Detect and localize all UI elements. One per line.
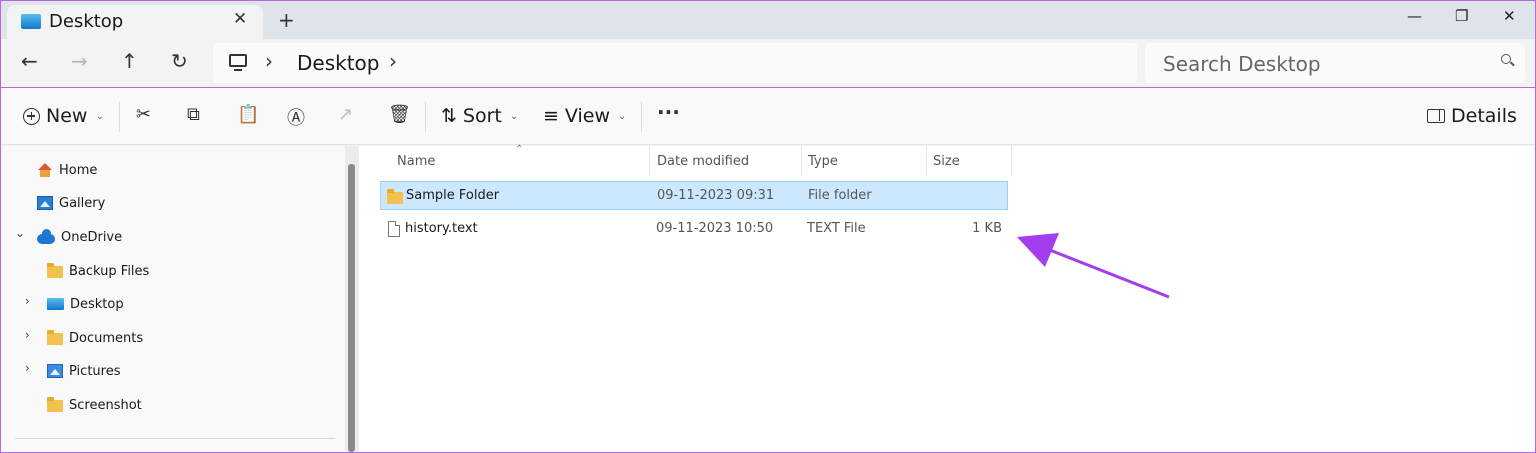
annotation-arrow (1017, 233, 1170, 299)
annotation-arrow-line (1036, 243, 1170, 299)
file-explorer-window: Desktop ✕ + — ❐ ✕ ← → ↑ ↻ › Desktop › Se… (1, 1, 1535, 452)
